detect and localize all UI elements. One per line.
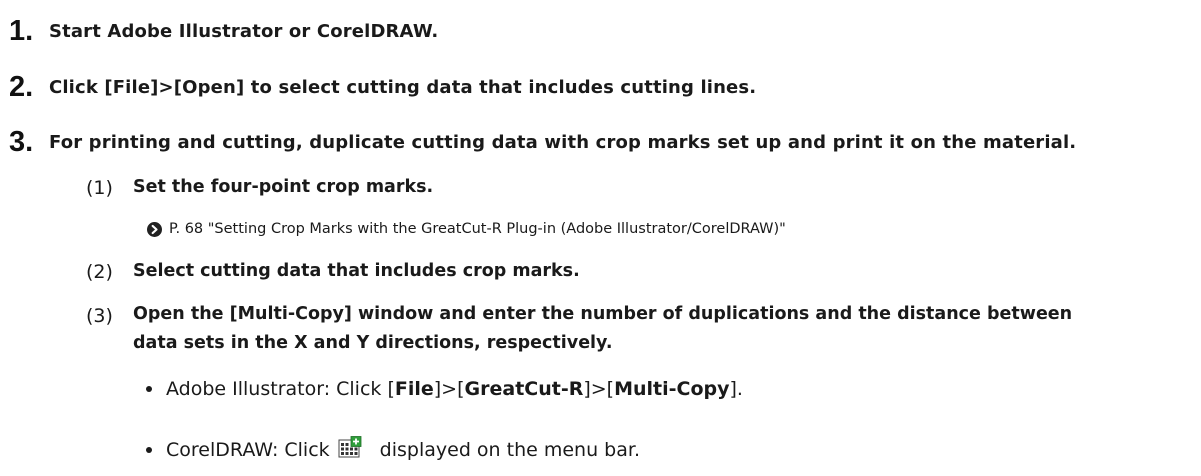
bullet-coreldraw: CorelDRAW: Click displayed on the menu b…: [146, 436, 640, 464]
bullet-dot: [146, 447, 152, 453]
bullet-coreldraw-prefix: CorelDRAW: Click: [166, 439, 330, 461]
substep-2-number: (2): [86, 261, 113, 283]
substep-2-text: Select cutting data that includes crop m…: [133, 261, 580, 281]
substep-1-number: (1): [86, 177, 113, 199]
step-number: 2.: [9, 71, 34, 103]
substep-3-text-line1: Open the [Multi-Copy] window and enter t…: [133, 304, 1073, 324]
step-number: 1.: [9, 15, 34, 47]
bullet-illustrator: Adobe Illustrator: Click [File]>[GreatCu…: [146, 377, 743, 401]
step-number: 3.: [9, 126, 34, 158]
substep-3-number: (3): [86, 305, 113, 327]
reference-link[interactable]: P. 68 "Setting Crop Marks with the Great…: [147, 220, 786, 238]
bullet-coreldraw-suffix: displayed on the menu bar.: [379, 439, 640, 461]
reference-text: P. 68 "Setting Crop Marks with the Great…: [169, 221, 786, 237]
bullet-dot: [146, 386, 152, 392]
menu-multicopy-label: Multi-Copy: [614, 378, 730, 400]
arrow-circle-icon: [147, 221, 162, 237]
substep-1-text: Set the four-point crop marks.: [133, 177, 434, 197]
step-text: Click [File]>[Open] to select cutting da…: [49, 77, 757, 98]
step-text: Start Adobe Illustrator or CorelDRAW.: [49, 21, 439, 42]
substep-3-text-line2: data sets in the X and Y directions, res…: [133, 333, 613, 353]
menu-greatcut-label: GreatCut-R: [464, 378, 584, 400]
multi-copy-icon[interactable]: [338, 436, 362, 458]
bullet-illustrator-text: Adobe Illustrator: Click [File]>[GreatCu…: [166, 378, 743, 400]
step-text: For printing and cutting, duplicate cutt…: [49, 132, 1077, 153]
menu-file-label: File: [394, 378, 434, 400]
